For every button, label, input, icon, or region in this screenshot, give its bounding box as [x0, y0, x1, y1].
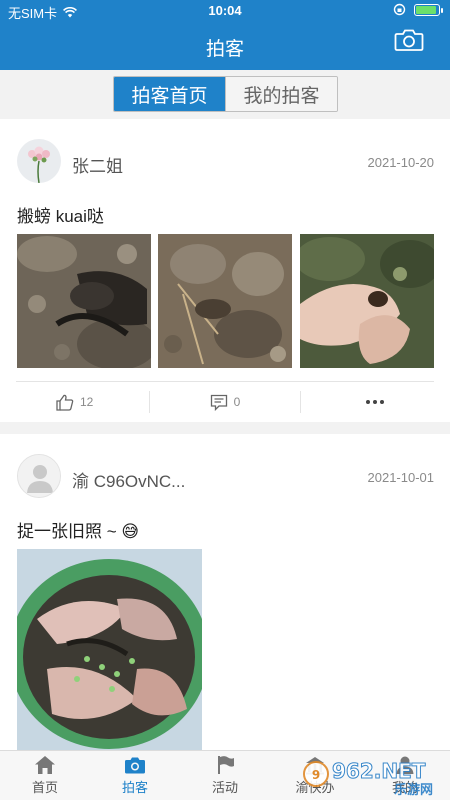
stream-stones-photo: [158, 234, 292, 368]
page-title: 拍客: [205, 39, 244, 60]
more-button[interactable]: [301, 382, 450, 422]
comment-count: 0: [233, 395, 241, 409]
battery-icon: [414, 3, 443, 16]
tab-home[interactable]: 拍客首页: [114, 77, 225, 111]
comment-button[interactable]: 0: [150, 382, 299, 422]
flower-avatar-image: [17, 139, 61, 183]
comment-icon: [210, 394, 227, 411]
nav-home-label: 首页: [31, 780, 58, 795]
avatar[interactable]: [17, 454, 61, 498]
camera-icon[interactable]: [394, 28, 424, 52]
segmented-control: 拍客首页 我的拍客: [113, 76, 338, 112]
thumbs-up-icon: [56, 394, 74, 411]
food-bowl-photo: [17, 549, 202, 754]
like-button[interactable]: 12: [0, 382, 149, 422]
post-date: 2021-10-20: [367, 155, 435, 170]
app-screen: 无SIM卡 10:04 拍客 拍客首页 我的拍客 张二姐 2021-10-20 …: [0, 0, 450, 800]
tab-mine[interactable]: 我的拍客: [225, 77, 337, 111]
svg-text:962.NET: 962.NET: [332, 759, 426, 783]
nav-paike[interactable]: 拍客: [90, 751, 180, 800]
post-actions: 12 0: [0, 382, 450, 422]
post-card[interactable]: 渝 C96OvNC... 2021-10-01 捉一张旧照 ~ 😅: [0, 434, 450, 754]
crab-in-hand-photo: [300, 234, 434, 368]
camera-icon: [125, 757, 145, 774]
post-text: 搬螃 kuai哒: [17, 207, 104, 226]
svg-text:乐游网: 乐游网: [394, 782, 433, 798]
tab-bar: 拍客首页 我的拍客: [0, 70, 450, 118]
post-photo[interactable]: [17, 549, 202, 754]
username[interactable]: 渝 C96OvNC...: [72, 467, 185, 492]
post-text: 捉一张旧照 ~ 😅: [17, 522, 140, 541]
status-bar: 无SIM卡 10:04: [0, 0, 450, 22]
site-watermark-logo: 9 962.NET 乐游网: [303, 759, 433, 798]
more-icon: [366, 400, 385, 404]
like-count: 12: [79, 395, 94, 409]
battery-cap: [441, 7, 443, 13]
nav-home[interactable]: 首页: [0, 751, 90, 800]
nav-paike-label: 拍客: [121, 780, 148, 795]
post-photo[interactable]: [158, 234, 292, 368]
default-avatar-icon: [18, 455, 60, 497]
post-photo[interactable]: [17, 234, 151, 368]
nav-activity[interactable]: 活动: [180, 751, 270, 800]
post-card[interactable]: 张二姐 2021-10-20 搬螃 kuai哒 12 0: [0, 119, 450, 422]
nav-activity-label: 活动: [211, 780, 238, 795]
home-icon: [35, 756, 55, 774]
username[interactable]: 张二姐: [72, 152, 123, 177]
clock: 10:04: [208, 3, 242, 18]
status-right: [393, 3, 443, 16]
post-photo[interactable]: [300, 234, 434, 368]
battery-level: [416, 5, 436, 14]
top-bar: 无SIM卡 10:04 拍客: [0, 0, 450, 70]
svg-text:9: 9: [312, 768, 320, 782]
avatar[interactable]: [17, 139, 61, 183]
post-date: 2021-10-01: [367, 470, 435, 485]
crab-mud-photo: [17, 234, 151, 368]
orientation-lock-icon: [393, 3, 406, 16]
flag-icon: [218, 756, 234, 774]
